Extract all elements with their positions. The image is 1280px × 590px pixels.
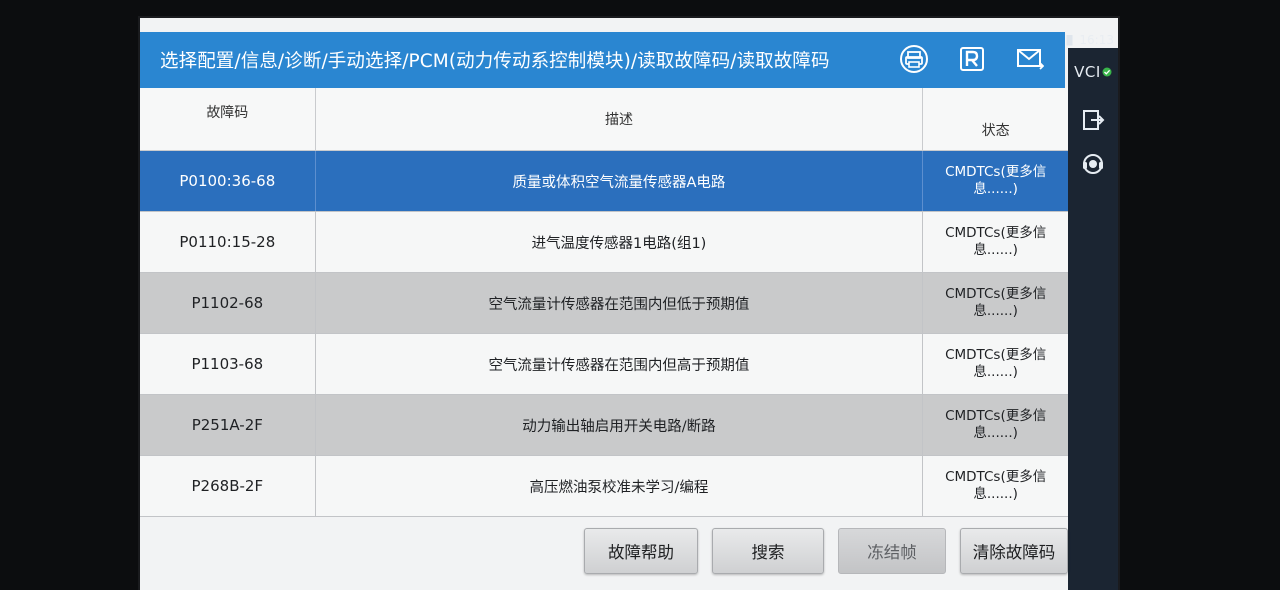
dtc-code: P0100:36-68 — [140, 151, 316, 211]
support-headset-icon[interactable] — [1068, 152, 1118, 176]
table-row[interactable]: P251A-2F 动力输出轴启用开关电路/断路 CMDTCs(更多信息.....… — [140, 395, 1068, 456]
search-button[interactable]: 搜索 — [712, 528, 824, 574]
column-header-code: 故障码 — [140, 88, 316, 150]
table-row[interactable]: P1102-68 空气流量计传感器在范围内但低于预期值 CMDTCs(更多信息.… — [140, 273, 1068, 334]
battery-level-icon — [1066, 34, 1073, 46]
table-row[interactable]: P1103-68 空气流量计传感器在范围内但高于预期值 CMDTCs(更多信息.… — [140, 334, 1068, 395]
dtc-table: 故障码 描述 状态 P0100:36-68 质量或体积空气流量传感器A电路 CM… — [140, 88, 1068, 517]
table-row[interactable]: P268B-2F 高压燃油泵校准未学习/编程 CMDTCs(更多信息......… — [140, 456, 1068, 517]
mail-icon[interactable] — [1015, 44, 1045, 74]
dtc-state[interactable]: CMDTCs(更多信息......) — [923, 456, 1068, 516]
report-r-icon[interactable] — [957, 44, 987, 74]
dtc-description: 空气流量计传感器在范围内但低于预期值 — [316, 273, 924, 333]
vci-label: VCI — [1074, 62, 1101, 81]
table-row[interactable]: P0110:15-28 进气温度传感器1电路(组1) CMDTCs(更多信息..… — [140, 212, 1068, 273]
table-row[interactable]: P0100:36-68 质量或体积空气流量传感器A电路 CMDTCs(更多信息.… — [140, 151, 1068, 212]
right-rail: VCI — [1068, 48, 1118, 590]
dtc-code: P251A-2F — [140, 395, 316, 455]
dtc-code: P0110:15-28 — [140, 212, 316, 272]
dtc-state[interactable]: CMDTCs(更多信息......) — [923, 395, 1068, 455]
breadcrumb: 选择配置/信息/诊断/手动选择/PCM(动力传动系控制模块)/读取故障码/读取故… — [160, 51, 830, 72]
freeze-frame-button[interactable]: 冻结帧 — [838, 528, 946, 574]
dtc-state[interactable]: CMDTCs(更多信息......) — [923, 212, 1068, 272]
title-bar: 选择配置/信息/诊断/手动选择/PCM(动力传动系控制模块)/读取故障码/读取故… — [140, 32, 1065, 88]
clear-dtc-button[interactable]: 清除故障码 — [960, 528, 1068, 574]
exit-icon[interactable] — [1068, 108, 1118, 132]
dtc-description: 进气温度传感器1电路(组1) — [316, 212, 924, 272]
print-icon[interactable] — [899, 44, 929, 74]
dtc-description: 空气流量计传感器在范围内但高于预期值 — [316, 334, 924, 394]
connected-check-icon — [1102, 62, 1112, 81]
dtc-state[interactable]: CMDTCs(更多信息......) — [923, 273, 1068, 333]
column-header-state: 状态 — [981, 123, 1010, 139]
column-header-desc: 描述 — [316, 88, 924, 150]
dtc-code: P1102-68 — [140, 273, 316, 333]
device-screen: 16:13 选择配置/信息/诊断/手动选择/PCM(动力传动系控制模块)/读取故… — [140, 18, 1118, 590]
dtc-help-button[interactable]: 故障帮助 — [584, 528, 698, 574]
action-bar: 故障帮助 搜索 冻结帧 清除故障码 — [584, 528, 1068, 574]
dtc-description: 质量或体积空气流量传感器A电路 — [316, 151, 924, 211]
vci-status[interactable]: VCI — [1068, 62, 1118, 81]
dtc-code: P1103-68 — [140, 334, 316, 394]
clock: 16:13 — [1079, 33, 1114, 47]
dtc-description: 动力输出轴启用开关电路/断路 — [316, 395, 924, 455]
table-header: 故障码 描述 状态 — [140, 88, 1068, 151]
dtc-code: P268B-2F — [140, 456, 316, 516]
dtc-description: 高压燃油泵校准未学习/编程 — [316, 456, 924, 516]
dtc-state[interactable]: CMDTCs(更多信息......) — [923, 151, 1068, 211]
dtc-state[interactable]: CMDTCs(更多信息......) — [923, 334, 1068, 394]
